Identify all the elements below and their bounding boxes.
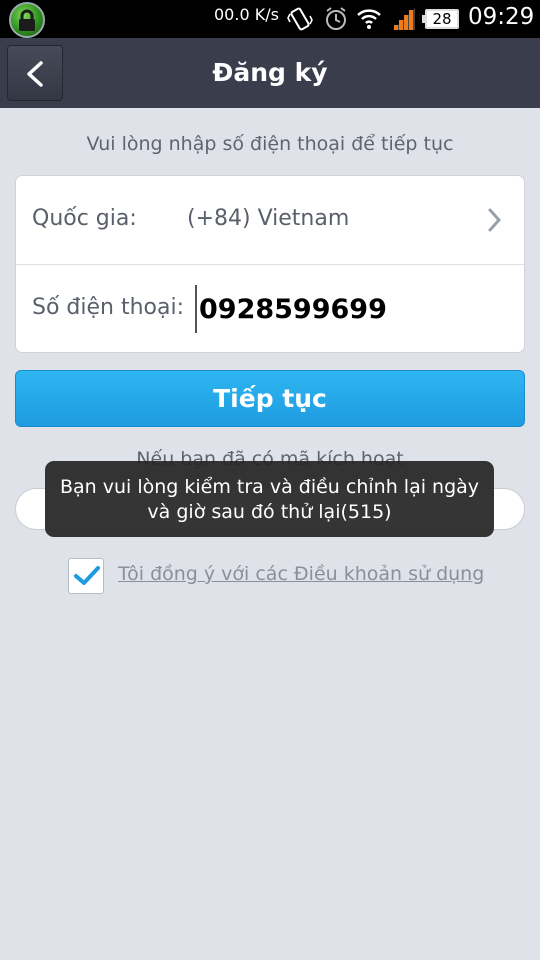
back-button[interactable] bbox=[7, 45, 63, 101]
country-selector[interactable]: Quốc gia: (+84) Vietnam bbox=[16, 176, 524, 265]
battery-level: 28 bbox=[432, 10, 452, 28]
terms-link[interactable]: Tôi đồng ý với các Điều khoản sử dụng bbox=[118, 563, 484, 585]
alarm-icon bbox=[324, 6, 348, 36]
instruction-text: Vui lòng nhập số điện thoại để tiếp tục bbox=[86, 133, 454, 155]
toast-line-1: Bạn vui lòng kiểm tra và điều chỉnh lại … bbox=[59, 476, 480, 498]
wifi-icon bbox=[356, 6, 382, 34]
status-bar: 00.0 K/s 28 09:29 bbox=[0, 0, 540, 38]
phone-label: Số điện thoại: bbox=[32, 295, 185, 320]
terms-checkbox[interactable] bbox=[68, 558, 104, 594]
vibrate-icon bbox=[287, 6, 313, 36]
country-value: (+84) Vietnam bbox=[187, 206, 350, 231]
country-label: Quốc gia: bbox=[32, 206, 137, 231]
network-speed: 00.0 K/s bbox=[214, 5, 279, 24]
registration-form: Quốc gia: (+84) Vietnam Số điện thoại: bbox=[15, 175, 525, 353]
signal-icon bbox=[391, 6, 417, 36]
chevron-left-icon bbox=[27, 61, 43, 87]
page-title: Đăng ký bbox=[212, 58, 328, 87]
error-toast: Bạn vui lòng kiểm tra và điều chỉnh lại … bbox=[45, 461, 494, 537]
phone-input[interactable] bbox=[195, 285, 495, 333]
lock-app-icon bbox=[9, 2, 45, 38]
toast-line-2: và giờ sau đó thử lại(515) bbox=[147, 501, 392, 523]
battery-icon: 28 bbox=[422, 9, 459, 29]
clock: 09:29 bbox=[468, 4, 535, 30]
continue-button[interactable]: Tiếp tục bbox=[15, 370, 525, 427]
checkmark-icon bbox=[74, 566, 100, 585]
app-header: Đăng ký bbox=[0, 38, 540, 108]
chevron-right-icon bbox=[488, 208, 502, 232]
phone-row: Số điện thoại: bbox=[16, 265, 524, 354]
